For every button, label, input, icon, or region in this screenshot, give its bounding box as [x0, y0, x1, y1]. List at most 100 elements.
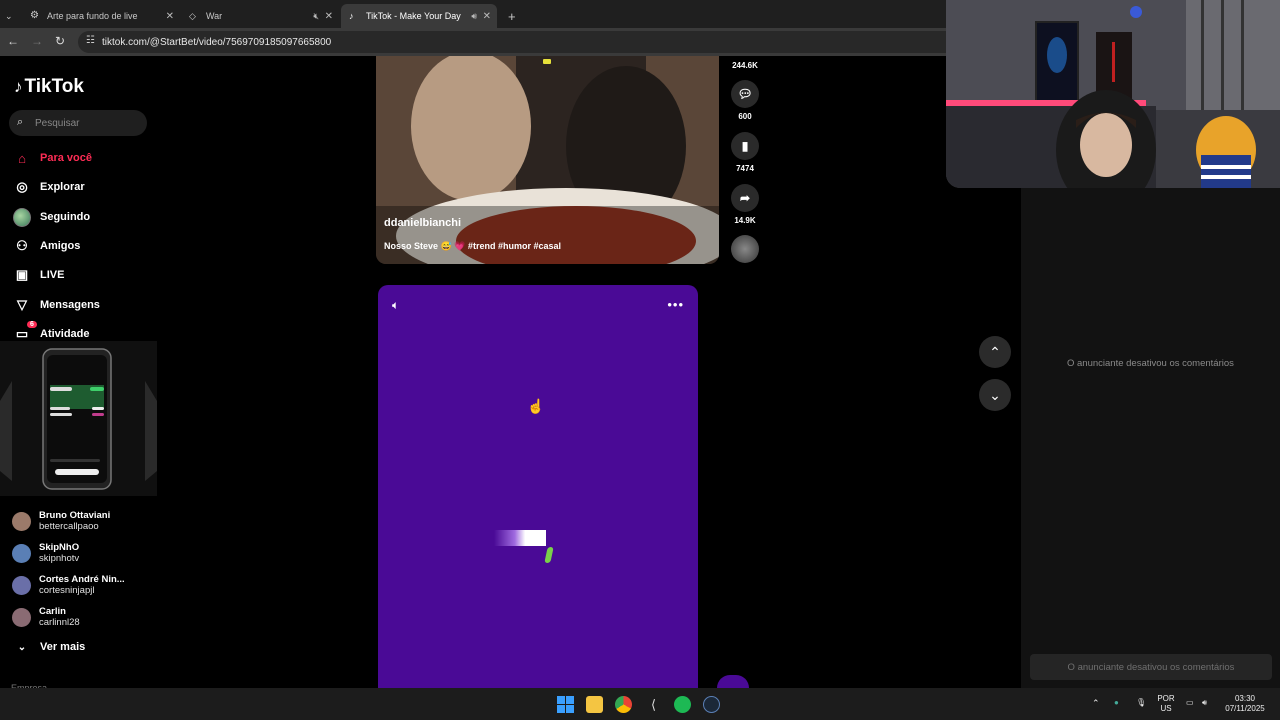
bookmark-icon[interactable]: ▮	[731, 132, 759, 160]
live-icon: ▣	[15, 267, 29, 282]
address-bar[interactable]: ☷ tiktok.com/@StartBet/video/75697091850…	[78, 31, 958, 53]
search-input[interactable]: ⌕ Pesquisar	[9, 110, 147, 136]
search-icon: ⌕	[17, 116, 24, 128]
nav-para-voce[interactable]: ⌂ Para você	[13, 147, 92, 169]
avatar	[12, 543, 31, 563]
ad-avatar[interactable]	[717, 675, 749, 688]
chevron-down-icon: ⌄	[17, 641, 27, 653]
back-icon[interactable]: ←	[7, 34, 19, 48]
nav-live[interactable]: ▣ LIVE	[13, 264, 65, 286]
language-code: POR	[1157, 694, 1175, 703]
saves-count: 7474	[736, 164, 754, 173]
close-icon[interactable]: ✕	[325, 11, 333, 22]
microphone-icon[interactable]: 🎙︎	[1136, 698, 1146, 708]
tray-app-icon[interactable]: ●	[1114, 698, 1119, 708]
steam-icon[interactable]	[703, 696, 720, 713]
account-handle: carlinnl28	[39, 617, 80, 628]
account-name: SkipNhO	[39, 542, 80, 553]
comment-action[interactable]: 💬︎ 600	[729, 80, 761, 121]
music-disc-avatar[interactable]	[731, 235, 759, 263]
account-name: Cortes André Nin...	[39, 574, 125, 585]
volume-tray-icon[interactable]: 🔊︎	[1202, 698, 1207, 708]
phone-camera-overlay	[0, 341, 157, 496]
muted-icon[interactable]: 🔇︎	[313, 11, 319, 22]
next-video-button[interactable]: ⌄	[979, 379, 1011, 411]
tab-title: War	[206, 11, 223, 21]
more-options-icon[interactable]: •••	[667, 297, 684, 312]
tab-war[interactable]: ◇ War 🔇︎ ✕	[181, 4, 339, 28]
nav-label: Explorar	[40, 181, 85, 193]
video-card-ad[interactable]: 🔈︎ ••• ☝	[378, 285, 698, 688]
comment-input: O anunciante desativou os comentários	[1030, 654, 1272, 680]
search-placeholder: Pesquisar	[35, 117, 80, 129]
clock[interactable]: 03:30 07/11/2025	[1220, 694, 1270, 714]
previous-video-button[interactable]: ⌃	[979, 336, 1011, 368]
following-item[interactable]: Carlin carlinnl28	[12, 603, 80, 631]
close-icon[interactable]: ✕	[483, 11, 491, 22]
tab-title: TikTok - Make Your Day	[366, 11, 461, 21]
nav-mensagens[interactable]: ▽ Mensagens	[13, 294, 100, 316]
likes-count: 244.6K	[729, 61, 761, 70]
cursor-hand-icon: ☝	[527, 398, 545, 414]
following-item[interactable]: SkipNhO skipnhotv	[12, 539, 79, 567]
likes-count-text: 244.6K	[732, 61, 758, 70]
nav-label: LIVE	[40, 269, 65, 281]
tiktok-icon: ♪	[349, 11, 354, 21]
video-thumbnail	[376, 56, 719, 264]
share-action[interactable]: ➦ 14.9K	[729, 184, 761, 225]
video-caption: Nosso Steve 😅 💗 #trend #humor #casal	[384, 241, 561, 251]
save-action[interactable]: ▮ 7474	[729, 132, 761, 173]
language-indicator[interactable]: POR US	[1153, 694, 1179, 714]
spotify-icon[interactable]	[674, 696, 691, 713]
comment-icon[interactable]: 💬︎	[731, 80, 759, 108]
chrome-icon[interactable]	[615, 696, 632, 713]
see-more-label: Ver mais	[40, 641, 86, 653]
url-text: tiktok.com/@StartBet/video/7569709185097…	[102, 36, 332, 48]
account-handle: bettercallpaoo	[39, 521, 99, 532]
network-icon[interactable]: ▭	[1186, 698, 1194, 708]
loading-graphic	[494, 530, 546, 546]
volume-icon[interactable]: 🔈︎	[392, 298, 399, 313]
account-handle: skipnhotv	[39, 553, 80, 564]
nav-label: Mensagens	[40, 299, 100, 311]
tab-tiktok[interactable]: ♪ TikTok - Make Your Day 🔊︎ ✕	[341, 4, 497, 28]
tab-title: Arte para fundo de live	[47, 11, 138, 21]
comments-count: 600	[738, 112, 752, 121]
clock-time: 03:30	[1234, 694, 1256, 703]
avatar	[12, 575, 31, 595]
nav-explorar[interactable]: ◎ Explorar	[13, 176, 85, 198]
video-card[interactable]: ddanielbianchi Nosso Steve 😅 💗 #trend #h…	[376, 56, 719, 264]
reload-icon[interactable]: ↻	[55, 34, 65, 48]
messages-icon: ▽	[17, 297, 27, 312]
windows-start-icon[interactable]	[557, 696, 574, 713]
nav-amigos[interactable]: ⚇ Amigos	[13, 235, 80, 257]
video-author[interactable]: ddanielbianchi	[384, 217, 461, 229]
notification-badge: 6	[27, 321, 37, 328]
tiktok-logo[interactable]: ♪ TikTok	[14, 76, 84, 98]
audio-icon[interactable]: 🔊︎	[471, 11, 477, 22]
nav-seguindo[interactable]: Seguindo	[13, 206, 90, 228]
shares-count: 14.9K	[734, 216, 756, 225]
tray-chevron-up-icon[interactable]: ⌃	[1092, 698, 1100, 708]
keyboard-layout: US	[1160, 704, 1172, 713]
see-more-button[interactable]: ⌄ Ver mais	[13, 636, 85, 658]
following-item[interactable]: Cortes André Nin... cortesninjapjl	[12, 571, 125, 599]
site-info-icon[interactable]: ☷	[86, 35, 95, 46]
nav-label: Atividade	[40, 328, 90, 340]
comments-disabled-message: O anunciante desativou os comentários	[1067, 358, 1234, 369]
new-tab-button[interactable]: +	[500, 4, 522, 28]
home-icon: ⌂	[18, 150, 26, 166]
tab-arte[interactable]: ⚙ Arte para fundo de live ✕	[22, 4, 180, 28]
share-icon[interactable]: ➦	[731, 184, 759, 212]
compass-icon: ◎	[16, 179, 28, 194]
avatar	[12, 607, 31, 627]
app-g-icon[interactable]: ⟨	[645, 696, 662, 713]
account-name: Bruno Ottaviani	[39, 510, 111, 521]
close-icon[interactable]: ✕	[166, 11, 174, 22]
tab-search-button[interactable]: ⌄	[0, 4, 22, 28]
following-item[interactable]: Bruno Ottaviani bettercallpaoo	[12, 507, 110, 535]
nav-label: Seguindo	[40, 211, 91, 223]
gear-icon: ⚙	[30, 10, 39, 21]
file-explorer-icon[interactable]	[586, 696, 603, 713]
forward-icon[interactable]: →	[31, 34, 43, 48]
